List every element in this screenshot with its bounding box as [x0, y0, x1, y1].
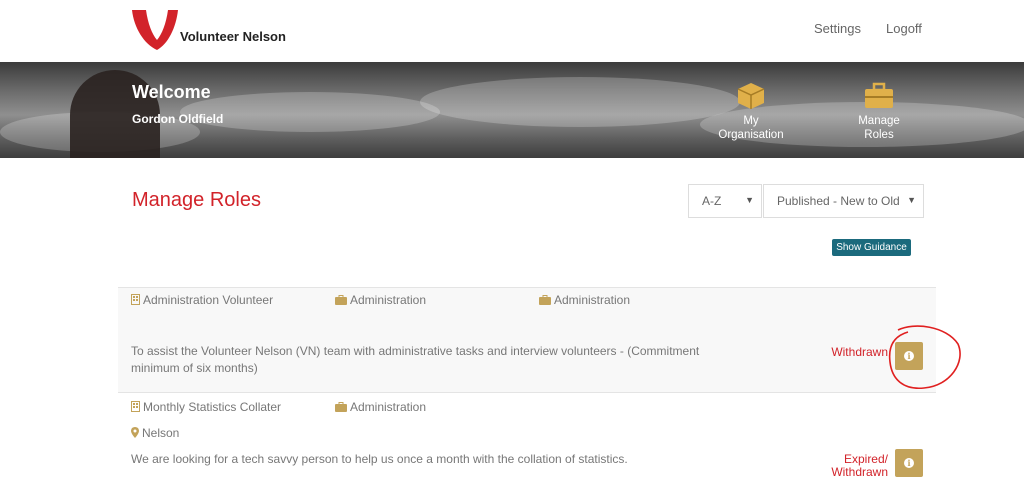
building-icon — [131, 401, 140, 412]
role-info-button[interactable]: i — [895, 449, 923, 477]
settings-link[interactable]: Settings — [814, 21, 861, 36]
my-organisation-label-1: My — [743, 115, 759, 127]
published-sort-value: Published - New to Old — [777, 194, 900, 208]
building-icon — [131, 294, 140, 305]
briefcase-icon — [335, 295, 347, 305]
role-location-cell: Nelson — [131, 426, 179, 440]
role-row: Monthly Statistics Collater Administrati… — [118, 393, 936, 491]
role-description: To assist the Volunteer Nelson (VN) team… — [131, 344, 700, 375]
role-info-button[interactable]: i — [895, 342, 923, 370]
top-bar: Volunteer Nelson Settings Logoff — [0, 0, 1024, 62]
role-title-cell[interactable]: Monthly Statistics Collater — [131, 400, 281, 414]
role-title-cell[interactable]: Administration Volunteer — [131, 293, 273, 307]
role-category-cell: Administration — [335, 293, 426, 307]
role-title: Monthly Statistics Collater — [143, 400, 282, 414]
brand-logo[interactable]: Volunteer Nelson — [132, 10, 292, 50]
briefcase-icon — [865, 82, 893, 108]
chevron-down-icon: ▼ — [907, 195, 916, 205]
role-title: Administration Volunteer — [143, 293, 274, 307]
map-pin-icon — [131, 427, 139, 438]
show-guidance-button[interactable]: Show Guidance — [832, 239, 911, 256]
box-icon — [737, 83, 765, 109]
role-category-2: Administration — [554, 293, 631, 307]
manage-roles-label-2: Roles — [864, 129, 894, 141]
briefcase-icon — [539, 295, 551, 305]
logo-mark-icon — [132, 10, 178, 50]
briefcase-icon — [335, 402, 347, 412]
role-status: Withdrawn — [831, 345, 888, 359]
role-location: Nelson — [142, 426, 180, 440]
role-category: Administration — [350, 400, 427, 414]
alpha-sort-select[interactable]: A-Z ▼ — [688, 184, 762, 218]
my-organisation-label-2: Organisation — [718, 129, 784, 141]
role-status-line-1: Expired/ — [843, 452, 888, 466]
user-name: Gordon Oldfield — [132, 112, 224, 126]
role-description: We are looking for a tech savvy person t… — [131, 452, 628, 466]
role-status-line-2: Withdrawn — [831, 465, 888, 479]
manage-roles-link[interactable]: Manage Roles — [839, 82, 919, 142]
role-category-cell-2: Administration — [539, 293, 630, 307]
alpha-sort-value: A-Z — [702, 194, 722, 208]
info-icon: i — [904, 458, 914, 468]
role-category-cell: Administration — [335, 400, 426, 414]
role-status: Expired/ Withdrawn — [831, 453, 888, 479]
welcome-banner: Welcome Gordon Oldfield My Organisation … — [0, 62, 1024, 158]
brand-name: Volunteer Nelson — [180, 29, 286, 44]
page-title: Manage Roles — [132, 189, 261, 211]
info-icon: i — [904, 351, 914, 361]
role-category: Administration — [350, 293, 427, 307]
welcome-title: Welcome — [132, 82, 211, 102]
published-sort-select[interactable]: Published - New to Old ▼ — [763, 184, 924, 218]
logoff-link[interactable]: Logoff — [886, 21, 922, 36]
my-organisation-link[interactable]: My Organisation — [711, 82, 791, 142]
chevron-down-icon: ▼ — [745, 195, 754, 205]
role-row: Administration Volunteer Administration … — [118, 287, 936, 393]
manage-roles-label-1: Manage — [858, 115, 900, 127]
